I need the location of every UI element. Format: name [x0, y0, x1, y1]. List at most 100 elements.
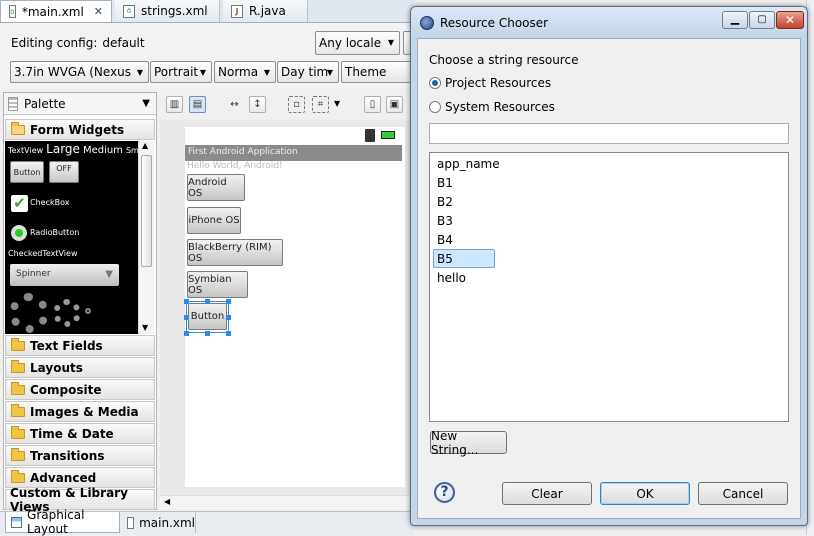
- fill-width-icon[interactable]: ↔: [226, 96, 243, 113]
- list-item[interactable]: app_name: [437, 155, 500, 173]
- selection-handle[interactable]: [205, 331, 210, 336]
- theme-dropdown[interactable]: Theme: [341, 61, 415, 83]
- folder-icon: [11, 426, 25, 439]
- radiobutton-label: RadioButton: [30, 228, 80, 237]
- category-custom-library-views[interactable]: Custom & Library Views: [5, 486, 155, 514]
- iphone-os-button[interactable]: iPhone OS: [187, 207, 241, 234]
- preview-toggle[interactable]: OFF: [49, 161, 79, 183]
- mode-dropdown[interactable]: Norma ▼: [214, 61, 276, 83]
- time-dropdown[interactable]: Day tim ▼: [277, 61, 339, 83]
- chevron-down-icon[interactable]: ▼: [142, 323, 148, 332]
- scroll-thumb[interactable]: [141, 155, 152, 267]
- list-item[interactable]: B4: [437, 231, 453, 249]
- folder-icon: [11, 382, 25, 395]
- ok-button[interactable]: OK: [600, 482, 690, 505]
- selection-handle[interactable]: [226, 315, 231, 320]
- layout-toggle-icon[interactable]: ▥: [166, 96, 183, 113]
- selection-handle[interactable]: [226, 299, 231, 304]
- checkbox-label: CheckBox: [30, 198, 70, 207]
- fill-height-icon[interactable]: ↕: [249, 96, 266, 113]
- signal-icon: [365, 129, 375, 142]
- category-time-date[interactable]: Time & Date: [5, 423, 155, 444]
- system-resources-radio[interactable]: [429, 101, 441, 113]
- chevron-down-icon: ▼: [105, 269, 113, 280]
- resource-list[interactable]: [429, 152, 789, 422]
- tab-main-xml-source[interactable]: main.xml: [123, 512, 196, 533]
- symbian-os-button[interactable]: Symbian OS: [187, 271, 248, 298]
- folder-icon: [11, 338, 25, 351]
- selection-handle[interactable]: [184, 315, 189, 320]
- maximize-button[interactable]: ▢: [749, 11, 775, 29]
- margins-icon[interactable]: ▫: [288, 96, 305, 113]
- selection-handle[interactable]: [226, 331, 231, 336]
- tab-main-xml[interactable]: ō *main.xml ✕: [0, 0, 112, 22]
- list-item[interactable]: B1: [437, 174, 453, 192]
- category-text-fields[interactable]: Text Fields: [5, 335, 155, 356]
- orientation-dropdown[interactable]: Portrait ▼: [150, 61, 212, 83]
- folder-icon: [11, 360, 25, 373]
- folder-icon: [11, 404, 25, 417]
- list-item-selected[interactable]: B5: [437, 250, 453, 268]
- form-widgets-preview: TextView Large Medium Small Button OFF ✔…: [5, 141, 138, 334]
- cancel-button[interactable]: Cancel: [698, 482, 788, 505]
- layout-icon: [11, 516, 23, 528]
- list-item[interactable]: B2: [437, 193, 453, 211]
- tab-r-java[interactable]: J R.java: [223, 0, 308, 22]
- textview-sizes: TextView Large Medium Small: [8, 142, 138, 156]
- chevron-down-icon: ▼: [134, 66, 146, 78]
- chevron-down-icon: ▼: [263, 67, 271, 77]
- help-icon[interactable]: ?: [434, 482, 455, 503]
- minimize-button[interactable]: ▁: [722, 11, 748, 29]
- tab-label: R.java: [249, 4, 286, 18]
- tab-label: strings.xml: [141, 4, 208, 18]
- palette-scrollbar[interactable]: ▲ ▼: [138, 141, 154, 334]
- selection-handle[interactable]: [205, 299, 210, 304]
- category-composite[interactable]: Composite: [5, 379, 155, 400]
- checkbox-icon: ✔: [11, 195, 28, 212]
- project-resources-label[interactable]: Project Resources: [445, 76, 551, 90]
- folder-open-icon: [11, 122, 25, 135]
- system-resources-label[interactable]: System Resources: [445, 100, 555, 114]
- app-title-bar: First Android Application: [185, 145, 402, 161]
- selection-handle[interactable]: [184, 331, 189, 336]
- category-layouts[interactable]: Layouts: [5, 357, 155, 378]
- gravity-icon[interactable]: ⌗: [312, 96, 329, 113]
- layout-toggle-active-icon[interactable]: ▤: [189, 96, 206, 113]
- battery-icon: [381, 131, 395, 139]
- folder-icon: [11, 448, 25, 461]
- locale-dropdown[interactable]: Any locale ▼: [315, 31, 400, 55]
- filter-input[interactable]: [429, 123, 789, 144]
- progress-small-icon: [85, 308, 91, 314]
- list-item[interactable]: B3: [437, 212, 453, 230]
- palette-header: Palette ▼: [4, 93, 156, 115]
- close-button[interactable]: ✕: [776, 11, 804, 29]
- chevron-down-icon[interactable]: ▼: [334, 99, 340, 108]
- new-string-button[interactable]: New String...: [430, 429, 507, 457]
- project-resources-radio[interactable]: [429, 77, 441, 89]
- close-icon[interactable]: ✕: [94, 5, 103, 18]
- xml-file-icon: [127, 516, 135, 529]
- preview-button[interactable]: Button: [10, 161, 44, 183]
- dialog-title-bar[interactable]: Resource Chooser ▁ ▢ ✕: [411, 7, 807, 38]
- chevron-up-icon[interactable]: ▲: [142, 141, 148, 150]
- blackberry-os-button[interactable]: BlackBerry (RIM) OS: [187, 239, 283, 266]
- distribute-icon[interactable]: ▯: [364, 96, 381, 113]
- android-os-button[interactable]: Android OS: [187, 174, 245, 201]
- canvas-hscrollbar[interactable]: ◀: [160, 495, 414, 509]
- device-dropdown[interactable]: 3.7in WVGA (Nexus O ▼: [10, 61, 149, 83]
- palette-grip-icon: [8, 96, 18, 111]
- category-form-widgets[interactable]: Form Widgets: [5, 119, 155, 140]
- chevron-left-icon[interactable]: ◀: [164, 497, 170, 506]
- status-bar: [185, 127, 405, 144]
- list-item[interactable]: hello: [437, 269, 466, 287]
- tab-strings-xml[interactable]: ō strings.xml: [115, 0, 220, 22]
- baseline-icon[interactable]: ▣: [386, 96, 403, 113]
- chevron-down-icon[interactable]: ▼: [142, 98, 150, 109]
- selection-handle[interactable]: [184, 299, 189, 304]
- clear-button[interactable]: Clear: [502, 482, 592, 505]
- xml-file-icon: ō: [9, 5, 16, 18]
- tab-graphical-layout[interactable]: Graphical Layout: [5, 508, 120, 536]
- category-images-media[interactable]: Images & Media: [5, 401, 155, 422]
- preview-spinner[interactable]: Spinner ▼: [10, 264, 119, 286]
- category-transitions[interactable]: Transitions: [5, 445, 155, 466]
